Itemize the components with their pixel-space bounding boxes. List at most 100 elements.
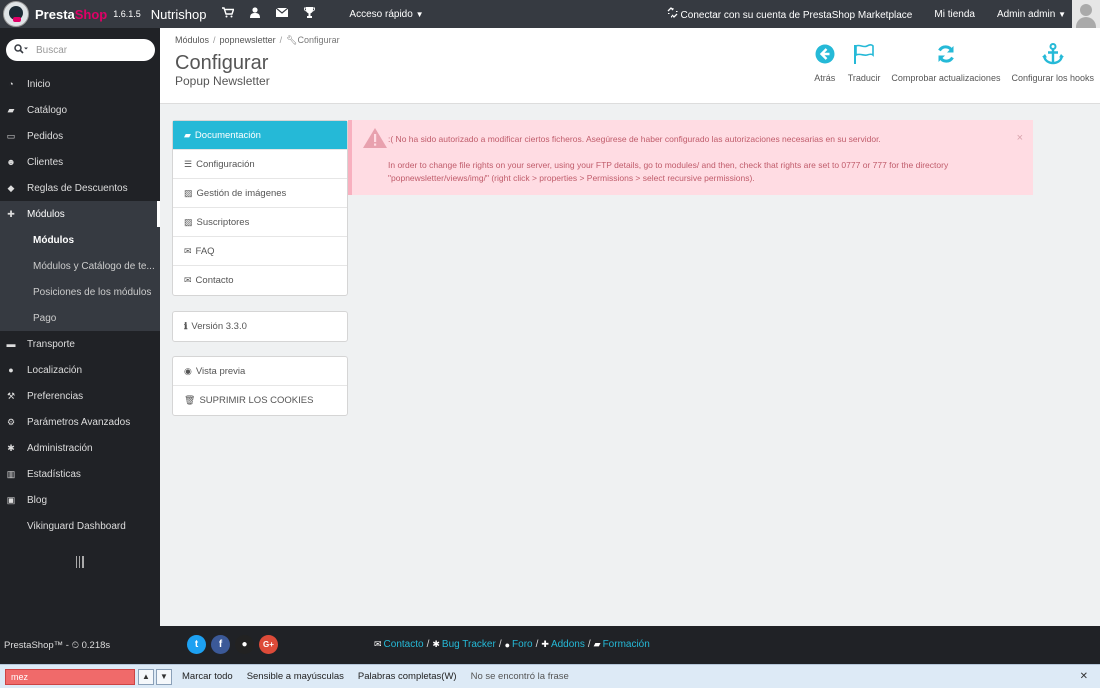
- check-updates-label: Comprobar actualizaciones: [891, 73, 1001, 83]
- envelope-icon: ✉: [184, 245, 192, 256]
- sidebar-item-transporte[interactable]: ▬ Transporte: [0, 331, 160, 357]
- sidebar-item-inicio[interactable]: ◔ Inicio: [0, 71, 160, 97]
- delete-cookies-button[interactable]: 🗑︎ SUPRIMIR LOS COOKIES: [173, 386, 347, 415]
- tab-gestion-imagenes[interactable]: ▨ Gestión de imágenes: [173, 179, 347, 208]
- user-icon[interactable]: [250, 7, 261, 21]
- submenu-item-modulos[interactable]: Módulos: [0, 227, 160, 253]
- whole-words-toggle[interactable]: Palabras completas(W): [358, 671, 457, 682]
- highlight-all-toggle[interactable]: Marcar todo: [182, 671, 233, 682]
- footer-link-bug-tracker[interactable]: Bug Tracker: [442, 639, 496, 650]
- breadcrumb-module[interactable]: popnewsletter: [220, 35, 276, 45]
- caret-down-icon: ▼: [1058, 9, 1066, 19]
- sidebar-item-clientes[interactable]: ☻ Clientes: [0, 149, 160, 175]
- trophy-icon[interactable]: [304, 7, 316, 21]
- brand-name[interactable]: PrestaShop: [35, 7, 107, 22]
- envelope-icon[interactable]: [276, 7, 289, 20]
- sidebar-item-preferencias[interactable]: ⚒ Preferencias: [0, 383, 160, 409]
- submenu-item-posiciones[interactable]: Posiciones de los módulos: [0, 279, 160, 305]
- marketplace-label: Conectar con su cuenta de PrestaShop Mar…: [680, 10, 913, 21]
- actions-panel: ◉ Vista previa 🗑︎ SUPRIMIR LOS COOKIES: [172, 356, 348, 416]
- arrow-circle-left-icon: [813, 42, 837, 66]
- close-icon[interactable]: ×: [1017, 132, 1023, 144]
- footer-link-addons[interactable]: Addons: [551, 639, 585, 650]
- sidebar: Buscar ◔ Inicio ▰ Catálogo ▭ Pedidos ☻ Clien…: [0, 28, 160, 626]
- marketplace-link[interactable]: Conectar con su cuenta de PrestaShop Mar…: [667, 7, 913, 21]
- puzzle-icon: ✚: [541, 639, 549, 649]
- image-icon: ▨: [184, 216, 193, 227]
- sidebar-item-label: Transporte: [27, 338, 75, 350]
- chevron-up-icon: ▲: [142, 672, 150, 681]
- find-previous-button[interactable]: ▲: [138, 668, 154, 685]
- sidebar-item-administracion[interactable]: ✱ Administración: [0, 435, 160, 461]
- credit-card-icon: ▭: [6, 130, 16, 141]
- search-icon[interactable]: [14, 43, 28, 57]
- preview-button[interactable]: ◉ Vista previa: [173, 357, 347, 386]
- sidebar-item-estadisticas[interactable]: ▥ Estadísticas: [0, 461, 160, 487]
- tab-configuracion[interactable]: ☰ Configuración: [173, 150, 347, 179]
- back-button[interactable]: Atrás: [813, 42, 837, 83]
- trash-icon: 🗑︎: [184, 395, 196, 405]
- configure-hooks-button[interactable]: Configurar los hooks: [1011, 42, 1094, 83]
- globe-icon: ●: [8, 365, 14, 375]
- alert-details: In order to change file rights on your s…: [388, 160, 949, 183]
- tags-icon: ◆: [7, 182, 15, 193]
- alert-message: :( No ha sido autorizado a modificar cie…: [388, 134, 881, 144]
- twitter-icon[interactable]: t: [187, 635, 206, 654]
- find-input[interactable]: mez: [5, 668, 135, 685]
- find-status: No se encontró la frase: [470, 671, 569, 682]
- sidebar-item-parametros[interactable]: ⚙ Parámetros Avanzados: [0, 409, 160, 435]
- footer-link-contacto[interactable]: Contacto: [384, 639, 424, 650]
- search-input[interactable]: Buscar: [36, 45, 67, 56]
- breadcrumb-modulos[interactable]: Módulos: [175, 35, 209, 45]
- cart-icon[interactable]: [222, 7, 235, 21]
- sidebar-item-catalogo[interactable]: ▰ Catálogo: [0, 97, 160, 123]
- truck-icon: ▬: [6, 339, 16, 349]
- sidebar-item-pedidos[interactable]: ▭ Pedidos: [0, 123, 160, 149]
- sidebar-item-vikinguard[interactable]: Vikinguard Dashboard: [0, 513, 160, 539]
- check-updates-button[interactable]: Comprobar actualizaciones: [891, 42, 1000, 83]
- envelope-icon: ✉: [374, 639, 382, 649]
- sidebar-item-descuentos[interactable]: ◆ Reglas de Descuentos: [0, 175, 160, 201]
- my-shop-link[interactable]: Mi tienda: [934, 9, 975, 20]
- tab-faq[interactable]: ✉ FAQ: [173, 237, 347, 266]
- tab-documentacion[interactable]: ▰ Documentación: [173, 121, 347, 150]
- submenu-item-pago[interactable]: Pago: [0, 305, 160, 331]
- permission-alert: :( No ha sido autorizado a modificar cie…: [348, 120, 1033, 195]
- breadcrumb: Módulos / popnewsletter / 🔧︎Configurar: [175, 35, 340, 45]
- breadcrumb-current: 🔧︎Configurar: [286, 35, 339, 45]
- sidebar-item-label: Vikinguard Dashboard: [27, 520, 126, 532]
- tab-label: Suscriptores: [196, 216, 250, 228]
- page-header: Módulos / popnewsletter / 🔧︎Configurar Confi…: [160, 28, 1100, 104]
- quick-access-menu[interactable]: Acceso rápido ▼: [349, 9, 423, 20]
- collapse-sidebar-icon[interactable]: [76, 556, 84, 568]
- sidebar-item-blog[interactable]: ▣ Blog: [0, 487, 160, 513]
- back-label: Atrás: [814, 73, 836, 83]
- tab-suscriptores[interactable]: ▨ Suscriptores: [173, 208, 347, 237]
- envelope-icon: ✉: [184, 275, 192, 285]
- social-links: t f ● G+: [187, 635, 283, 654]
- footer-link-formacion[interactable]: Formación: [603, 639, 650, 650]
- translate-button[interactable]: Traducir: [848, 42, 880, 83]
- find-next-button[interactable]: ▼: [156, 668, 172, 685]
- main-nav: ◔ Inicio ▰ Catálogo ▭ Pedidos ☻ Clientes ◆ Re…: [0, 71, 160, 539]
- page-title: Configurar: [175, 52, 269, 74]
- prestashop-logo[interactable]: [3, 1, 29, 27]
- sidebar-item-localizacion[interactable]: ● Localización: [0, 357, 160, 383]
- modulos-submenu: Módulos Módulos y Catálogo de te... Posi…: [0, 227, 160, 331]
- footer-link-foro[interactable]: Foro: [512, 639, 533, 650]
- tab-contacto[interactable]: ✉ Contacto: [173, 266, 347, 295]
- avatar[interactable]: [1072, 0, 1100, 28]
- version-panel: ℹ Versión 3.3.0: [172, 311, 348, 342]
- sidebar-item-modulos[interactable]: ✚ Módulos: [0, 201, 160, 227]
- anchor-icon: [1041, 42, 1065, 66]
- submenu-item-catalogo-temas[interactable]: Módulos y Catálogo de te...: [0, 253, 160, 279]
- match-case-toggle[interactable]: Sensible a mayúsculas: [247, 671, 344, 682]
- edit-icon: ▣: [6, 494, 16, 505]
- admin-user-menu[interactable]: Admin admin ▼: [997, 9, 1066, 20]
- close-icon[interactable]: ✕: [1080, 671, 1088, 682]
- google-plus-icon[interactable]: G+: [259, 635, 278, 654]
- search-bar[interactable]: Buscar: [6, 39, 155, 61]
- facebook-icon[interactable]: f: [211, 635, 230, 654]
- github-icon[interactable]: ●: [235, 635, 254, 654]
- wrench-icon: 🔧︎: [286, 35, 298, 45]
